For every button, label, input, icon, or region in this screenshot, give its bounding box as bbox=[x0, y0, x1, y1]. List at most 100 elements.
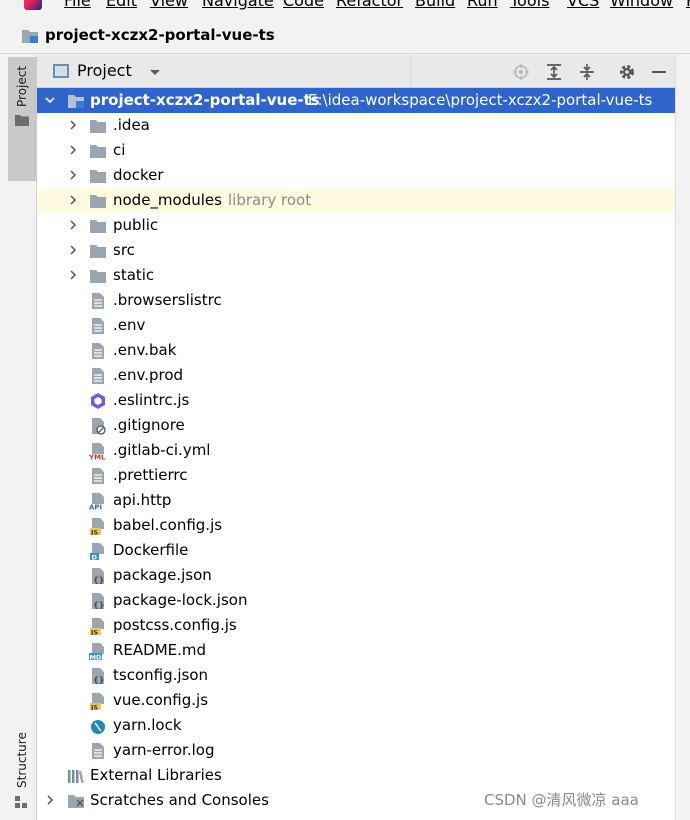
tree-file-name: vue.config.js bbox=[113, 691, 209, 709]
tree-file-row[interactable]: MD README.md bbox=[37, 638, 675, 663]
tree-folder-row[interactable]: node_modules library root bbox=[37, 188, 675, 213]
chevron-right-icon[interactable] bbox=[68, 170, 78, 180]
tree-file-row[interactable]: {} package.json bbox=[37, 563, 675, 588]
menu-tools[interactable]: Tools bbox=[510, 0, 549, 10]
menu-window[interactable]: Window bbox=[610, 0, 673, 10]
tree-file-name: yarn-error.log bbox=[113, 741, 215, 759]
tree-file-row[interactable]: {} tsconfig.json bbox=[37, 663, 675, 688]
menu-file[interactable]: File bbox=[64, 0, 91, 10]
scratches-icon bbox=[68, 795, 84, 808]
tree-folder-row[interactable]: static bbox=[37, 263, 675, 288]
breadcrumb-project[interactable]: project-xczx2-portal-vue-ts bbox=[45, 26, 275, 44]
locate-icon[interactable] bbox=[512, 63, 530, 81]
tree-file-row[interactable]: .gitignore bbox=[37, 413, 675, 438]
tree-file-row[interactable]: JS vue.config.js bbox=[37, 688, 675, 713]
tree-file-name: .prettierrc bbox=[113, 466, 188, 484]
md-file-icon: MD bbox=[89, 643, 104, 660]
project-folder-icon bbox=[22, 30, 38, 43]
chevron-right-icon[interactable] bbox=[68, 195, 78, 205]
tree-root-row[interactable]: project-xczx2-portal-vue-ts E:\idea-work… bbox=[37, 88, 675, 113]
tree-file-row[interactable]: yarn.lock bbox=[37, 713, 675, 738]
tree-folder-row[interactable]: .idea bbox=[37, 113, 675, 138]
menu-build[interactable]: Build bbox=[415, 0, 455, 10]
project-view-icon bbox=[53, 64, 69, 78]
expand-all-icon[interactable] bbox=[545, 63, 563, 81]
text-file-icon bbox=[92, 293, 104, 309]
tree-file-row[interactable]: D Dockerfile bbox=[37, 538, 675, 563]
svg-text:{}: {} bbox=[93, 601, 104, 610]
svg-text:YML: YML bbox=[89, 454, 106, 461]
tree-file-row[interactable]: API api.http bbox=[37, 488, 675, 513]
vertical-scrollbar[interactable] bbox=[675, 55, 690, 820]
library-root-label: library root bbox=[228, 191, 312, 209]
tree-file-row[interactable]: {} package-lock.json bbox=[37, 588, 675, 613]
folder-icon bbox=[90, 145, 106, 158]
tree-folder-name: ci bbox=[113, 141, 126, 159]
structure-tool-label[interactable]: Structure bbox=[15, 732, 29, 788]
tree-file-name: api.http bbox=[113, 491, 172, 509]
tree-file-name: .env bbox=[113, 316, 146, 334]
http-file-icon: API bbox=[89, 493, 104, 510]
tree-scratches-label: Scratches and Consoles bbox=[90, 791, 269, 809]
tree-file-row[interactable]: .eslintrc.js bbox=[37, 388, 675, 413]
js-file-icon: JS bbox=[90, 518, 104, 535]
tree-folder-name: static bbox=[113, 266, 155, 284]
text-file-icon bbox=[92, 743, 104, 759]
yarn-file-icon bbox=[91, 720, 105, 734]
tree-file-row[interactable]: .prettierrc bbox=[37, 463, 675, 488]
project-tool-icon bbox=[15, 115, 29, 126]
tree-external-libraries-label: External Libraries bbox=[90, 766, 222, 784]
chevron-right-icon[interactable] bbox=[68, 270, 78, 280]
view-selector[interactable]: Project bbox=[37, 55, 411, 87]
tree-file-row[interactable]: yarn-error.log bbox=[37, 738, 675, 763]
tree-root-name: project-xczx2-portal-vue-ts bbox=[90, 91, 320, 109]
menu-edit[interactable]: Edit bbox=[106, 0, 137, 10]
json-file-icon: {} bbox=[92, 568, 104, 585]
chevron-right-icon[interactable] bbox=[68, 145, 78, 155]
collapse-all-icon[interactable] bbox=[578, 63, 596, 81]
tree-file-row[interactable]: .env.bak bbox=[37, 338, 675, 363]
tree-file-name: .env.prod bbox=[113, 366, 184, 384]
chevron-right-icon[interactable] bbox=[68, 120, 78, 130]
chevron-right-icon[interactable] bbox=[68, 245, 78, 255]
svg-text:JS: JS bbox=[90, 528, 98, 535]
tree-folder-name: .idea bbox=[113, 116, 150, 134]
tree-folder-row[interactable]: docker bbox=[37, 163, 675, 188]
js-file-icon: JS bbox=[90, 618, 104, 635]
menu-run[interactable]: Run bbox=[467, 0, 498, 10]
chevron-down-icon[interactable] bbox=[149, 69, 161, 77]
tree-file-row[interactable]: .env bbox=[37, 313, 675, 338]
project-tree[interactable]: project-xczx2-portal-vue-ts E:\idea-work… bbox=[37, 88, 675, 820]
tree-file-name: yarn.lock bbox=[113, 716, 182, 734]
tree-file-row[interactable]: JS babel.config.js bbox=[37, 513, 675, 538]
menu-help[interactable]: H bbox=[686, 0, 690, 10]
tree-folder-row[interactable]: src bbox=[37, 238, 675, 263]
tree-folder-name: public bbox=[113, 216, 159, 234]
tree-external-libraries-row[interactable]: External Libraries bbox=[37, 763, 675, 788]
tree-file-row[interactable]: YML .gitlab-ci.yml bbox=[37, 438, 675, 463]
menu-code[interactable]: Code bbox=[283, 0, 324, 10]
project-folder-icon bbox=[68, 95, 84, 108]
tree-folder-row[interactable]: ci bbox=[37, 138, 675, 163]
watermark: CSDN @清风微凉 aaa bbox=[484, 791, 639, 809]
tree-folder-row[interactable]: public bbox=[37, 213, 675, 238]
menu-navigate[interactable]: Navigate bbox=[202, 0, 274, 10]
svg-text:{}: {} bbox=[93, 576, 104, 585]
menu-view[interactable]: View bbox=[150, 0, 188, 10]
tree-file-row[interactable]: .env.prod bbox=[37, 363, 675, 388]
gear-icon[interactable] bbox=[618, 63, 636, 81]
chevron-right-icon[interactable] bbox=[68, 220, 78, 230]
tree-file-name: postcss.config.js bbox=[113, 616, 237, 634]
tree-file-row[interactable]: .browserslistrc bbox=[37, 288, 675, 313]
menu-refactor[interactable]: Refactor bbox=[336, 0, 403, 10]
menu-vcs[interactable]: VCS bbox=[567, 0, 599, 10]
svg-text:JS: JS bbox=[90, 703, 98, 710]
tree-file-name: tsconfig.json bbox=[113, 666, 209, 684]
tree-file-name: .gitlab-ci.yml bbox=[113, 441, 211, 459]
chevron-right-icon[interactable] bbox=[45, 795, 55, 805]
project-tool-label[interactable]: Project bbox=[15, 66, 29, 107]
chevron-down-icon[interactable] bbox=[45, 95, 55, 105]
hide-icon[interactable] bbox=[650, 63, 668, 81]
structure-tool-icon[interactable] bbox=[15, 796, 29, 808]
tree-file-row[interactable]: JS postcss.config.js bbox=[37, 613, 675, 638]
